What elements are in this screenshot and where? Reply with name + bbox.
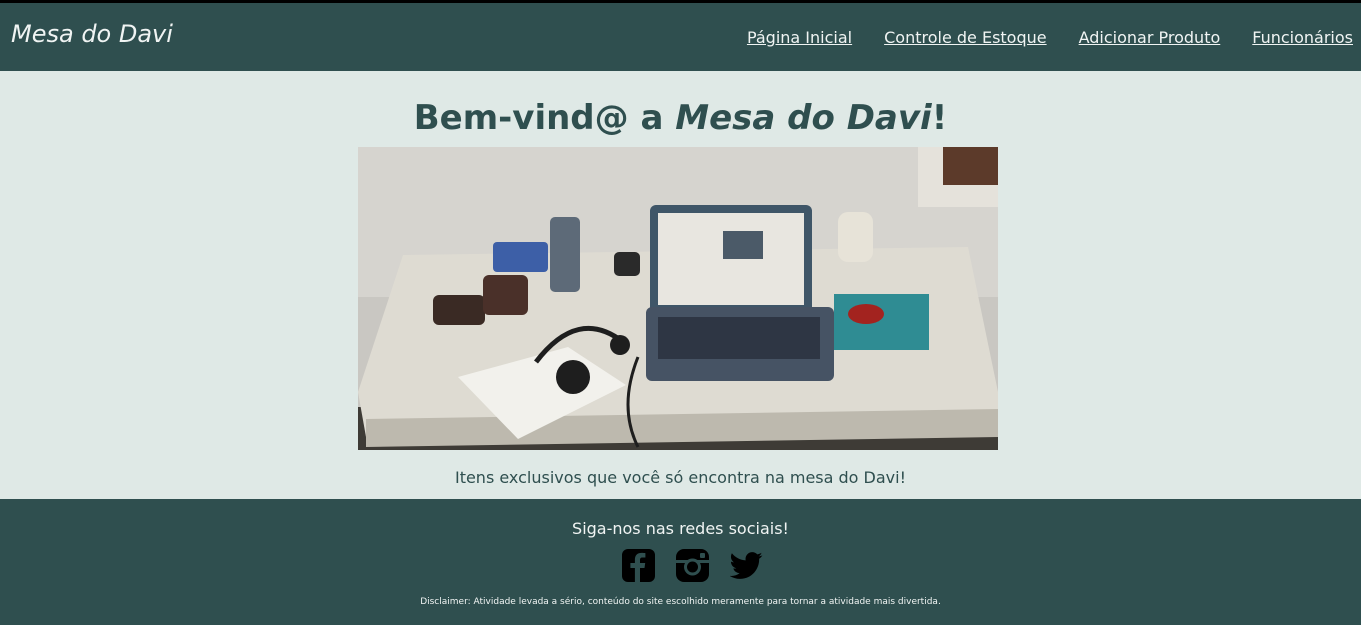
main-content: Bem-vind@ a Mesa do Davi! Itens exclusiv…: [0, 71, 1361, 499]
nav-link-home[interactable]: Página Inicial: [747, 28, 852, 47]
welcome-heading-prefix: Bem-vind@ a: [413, 98, 676, 138]
nav-link-add-product[interactable]: Adicionar Produto: [1079, 28, 1221, 47]
main-nav: Página Inicial Controle de Estoque Adici…: [747, 28, 1353, 47]
nav-link-employees[interactable]: Funcionários: [1252, 28, 1353, 47]
welcome-heading-emphasis: Mesa do Davi: [675, 98, 932, 138]
disclaimer-text: Disclaimer: Atividade levada a sério, co…: [420, 597, 941, 607]
site-footer: Siga-nos nas redes sociais! Disclaimer: …: [0, 499, 1361, 625]
desk-photo: [358, 147, 998, 450]
twitter-icon[interactable]: [729, 549, 763, 582]
facebook-icon[interactable]: [622, 549, 655, 582]
welcome-heading: Bem-vind@ a Mesa do Davi!: [0, 98, 1361, 139]
photo-caption: Itens exclusivos que você só encontra na…: [454, 468, 907, 487]
nav-link-stock-control[interactable]: Controle de Estoque: [884, 28, 1047, 47]
social-links: [622, 549, 763, 582]
site-brand[interactable]: Mesa do Davi: [11, 20, 173, 48]
welcome-heading-suffix: !: [931, 98, 948, 138]
follow-us-text: Siga-nos nas redes sociais!: [572, 519, 789, 538]
instagram-icon[interactable]: [676, 549, 709, 582]
site-header: Mesa do Davi Página Inicial Controle de …: [0, 3, 1361, 71]
